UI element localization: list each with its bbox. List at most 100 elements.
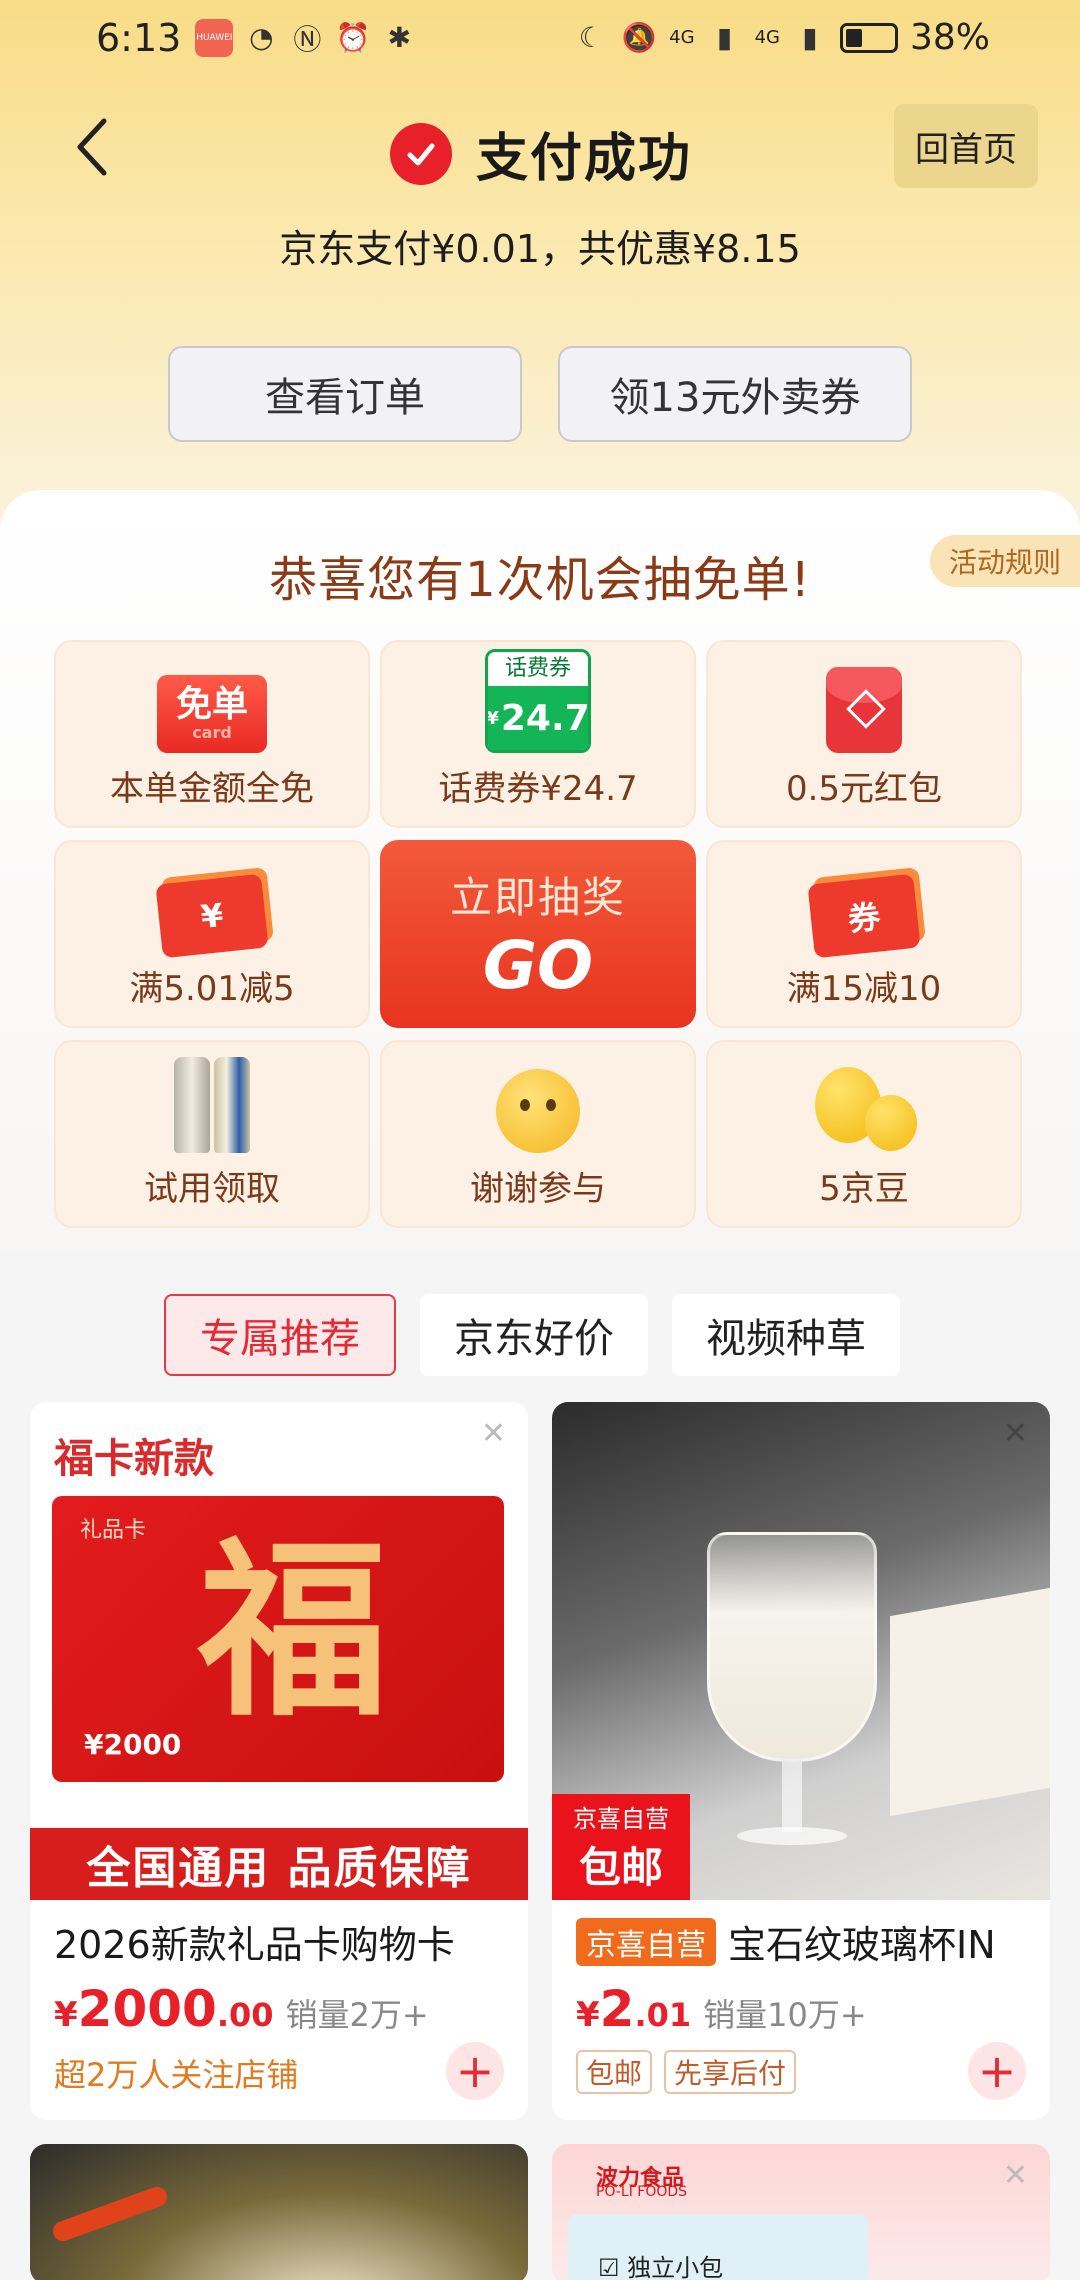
back-button[interactable] <box>62 112 122 182</box>
self-operated-badge: 京喜自营 <box>576 1917 716 1966</box>
food-image <box>30 2144 528 2280</box>
tab-video[interactable]: 视频种草 <box>672 1294 900 1376</box>
add-to-cart-button[interactable]: + <box>968 2042 1026 2100</box>
prize-label: 0.5元红包 <box>785 769 943 809</box>
draw-now-button[interactable]: 立即抽奖 GO <box>380 840 696 1028</box>
home-button[interactable]: 回首页 <box>894 104 1038 188</box>
store-followers: 超2万人关注店铺 <box>54 2056 299 2094</box>
close-icon[interactable]: ✕ <box>1003 1416 1028 1451</box>
network-4g-1: 4G <box>669 26 695 48</box>
prize-discount-5: ¥ 满5.01减5 <box>54 840 370 1028</box>
product-card-poli[interactable]: 波力食品 PO-LI FOODS ✕ ☑ 独立小包 <box>552 2144 1050 2280</box>
price-row: ¥2.01 销量10万+ <box>576 1980 867 2038</box>
plus-icon: + <box>977 2044 1017 2098</box>
prize-label: 话费券¥24.7 <box>438 769 638 809</box>
beer-can-icon <box>174 1057 250 1153</box>
nfc-icon: Ⓝ <box>293 22 322 56</box>
card-title: 福卡新款 <box>54 1436 214 1482</box>
product-name: 京喜自营 宝石纹玻璃杯IN <box>576 1914 1036 1969</box>
coupon-ticket-icon: 券 <box>807 873 921 959</box>
jd-bean-icon <box>809 1067 919 1153</box>
product-price: ¥2000.00 <box>54 1980 274 2038</box>
success-check-icon <box>390 122 452 185</box>
glass-cup-image: 京喜自营 包邮 <box>552 1402 1050 1900</box>
phone-credit-icon-title: 话费券 <box>504 656 571 681</box>
network-4g-2: 4G <box>754 26 780 48</box>
alarm-icon: ⏰ <box>335 21 371 54</box>
sales-count: 销量2万+ <box>285 1996 429 2034</box>
product-price: ¥2.01 <box>576 1980 692 2038</box>
product-name: 2026新款礼品卡购物卡 <box>54 1923 455 1967</box>
prize-grid: 免单 card 本单金额全免 话费券 ¥24.7 话费券¥24.7 0.5元红包… <box>54 640 1022 1228</box>
product-card-food[interactable] <box>30 2144 528 2280</box>
close-icon[interactable]: ✕ <box>1003 2158 1028 2193</box>
gift-card-amount: ¥2000 <box>84 1728 182 1761</box>
sales-count: 销量10万+ <box>703 1996 867 2034</box>
prize-label: 满5.01减5 <box>129 969 295 1009</box>
promo-banner: 全国通用 品质保障 <box>30 1828 528 1900</box>
plus-icon: + <box>455 2044 495 2098</box>
header-background <box>0 0 1080 560</box>
red-packet-icon <box>826 667 902 753</box>
takeout-coupon-button[interactable]: 领13元外卖券 <box>558 346 912 442</box>
recommendation-tabs: 专属推荐 京东好价 视频种草 <box>164 1294 900 1376</box>
gift-card-label: 礼品卡 <box>80 1518 147 1543</box>
prize-free-order: 免单 card 本单金额全免 <box>54 640 370 828</box>
prize-label: 本单金额全免 <box>110 769 314 809</box>
product-card-glass-cup[interactable]: 京喜自营 包邮 ✕ 京喜自营 宝石纹玻璃杯IN ¥2.01 销量10万+ 包邮 … <box>552 1402 1050 2120</box>
gift-card-image: 礼品卡 福 ¥2000 <box>52 1496 504 1782</box>
battery-icon <box>839 22 898 53</box>
tab-exclusive[interactable]: 专属推荐 <box>164 1294 396 1376</box>
chevron-left-icon <box>77 118 107 176</box>
phone-credit-icon-value: 24.7 <box>500 697 590 739</box>
go-label: GO <box>482 927 594 1004</box>
product-tags: 包邮 先享后付 <box>576 2050 797 2094</box>
sad-face-icon <box>496 1069 580 1153</box>
prize-label: 试用领取 <box>144 1169 280 1209</box>
page-title: 支付成功 <box>476 129 693 189</box>
prize-red-packet: 0.5元红包 <box>706 640 1022 828</box>
package-label: ☑ 独立小包 <box>598 2254 724 2280</box>
lottery-title: 恭喜您有1次机会抽免单! <box>269 552 811 608</box>
prize-thanks: 谢谢参与 <box>380 1040 696 1228</box>
moon-icon: ☾ <box>578 21 604 54</box>
signal-icon-1: ▮ <box>716 21 733 54</box>
fu-glyph: 福 <box>198 1519 389 1742</box>
signal-icon-2: ▮ <box>802 21 818 54</box>
free-order-icon: 免单 card <box>157 675 267 753</box>
activity-rules-link[interactable]: 活动规则 <box>930 535 1080 587</box>
payment-summary: 京东支付¥0.01，共优惠¥8.15 <box>279 227 801 271</box>
prize-jd-beans: 5京豆 <box>706 1040 1022 1228</box>
action-buttons: 查看订单 领13元外卖券 <box>168 346 912 442</box>
free-order-icon-subtext: card <box>192 723 232 742</box>
prize-label: 5京豆 <box>819 1169 909 1209</box>
free-shipping-tag: 京喜自营 包邮 <box>552 1794 690 1900</box>
tab-jd-deals[interactable]: 京东好价 <box>420 1294 648 1376</box>
tag-pay-later: 先享后付 <box>664 2050 797 2094</box>
vibrate-icon: ✱ <box>387 21 412 54</box>
speed-icon: ◔ <box>249 21 274 54</box>
product-card-gift-card[interactable]: 福卡新款 ✕ 礼品卡 福 ¥2000 全国通用 品质保障 2026新款礼品卡购物… <box>30 1402 528 2120</box>
huawei-app-icon: HUAWEI <box>195 18 234 57</box>
header: 支付成功 回首页 <box>0 100 1080 196</box>
lottery-card: 恭喜您有1次机会抽免单! 活动规则 免单 card 本单金额全免 话费券 ¥24… <box>0 490 1080 1250</box>
status-time: 6:13 <box>96 15 182 60</box>
status-bar: 6:13 HUAWEI ◔ Ⓝ ⏰ ✱ ☾ 🔕 4G ▮ 4G ▮ 38% <box>0 0 1080 75</box>
free-order-icon-text: 免单 <box>175 684 248 725</box>
view-order-button[interactable]: 查看订单 <box>168 346 522 442</box>
prize-discount-10: 券 满15减10 <box>706 840 1022 1028</box>
draw-now-label: 立即抽奖 <box>449 873 626 922</box>
close-icon[interactable]: ✕ <box>481 1416 506 1451</box>
prize-label: 谢谢参与 <box>470 1169 606 1209</box>
phone-credit-icon: 话费券 ¥24.7 <box>485 649 591 753</box>
yen-ticket-icon: ¥ <box>155 873 269 959</box>
brand-logo-en: PO-LI FOODS <box>596 2184 688 2200</box>
mute-icon: 🔕 <box>621 21 657 54</box>
prize-phone-credit: 话费券 ¥24.7 话费券¥24.7 <box>380 640 696 828</box>
tag-free-shipping: 包邮 <box>576 2050 653 2094</box>
phone-credit-icon-symbol: ¥ <box>486 707 499 729</box>
prize-trial: 试用领取 <box>54 1040 370 1228</box>
prize-label: 满15减10 <box>786 969 942 1009</box>
add-to-cart-button[interactable]: + <box>446 2042 504 2100</box>
battery-percentage: 38% <box>909 17 990 58</box>
